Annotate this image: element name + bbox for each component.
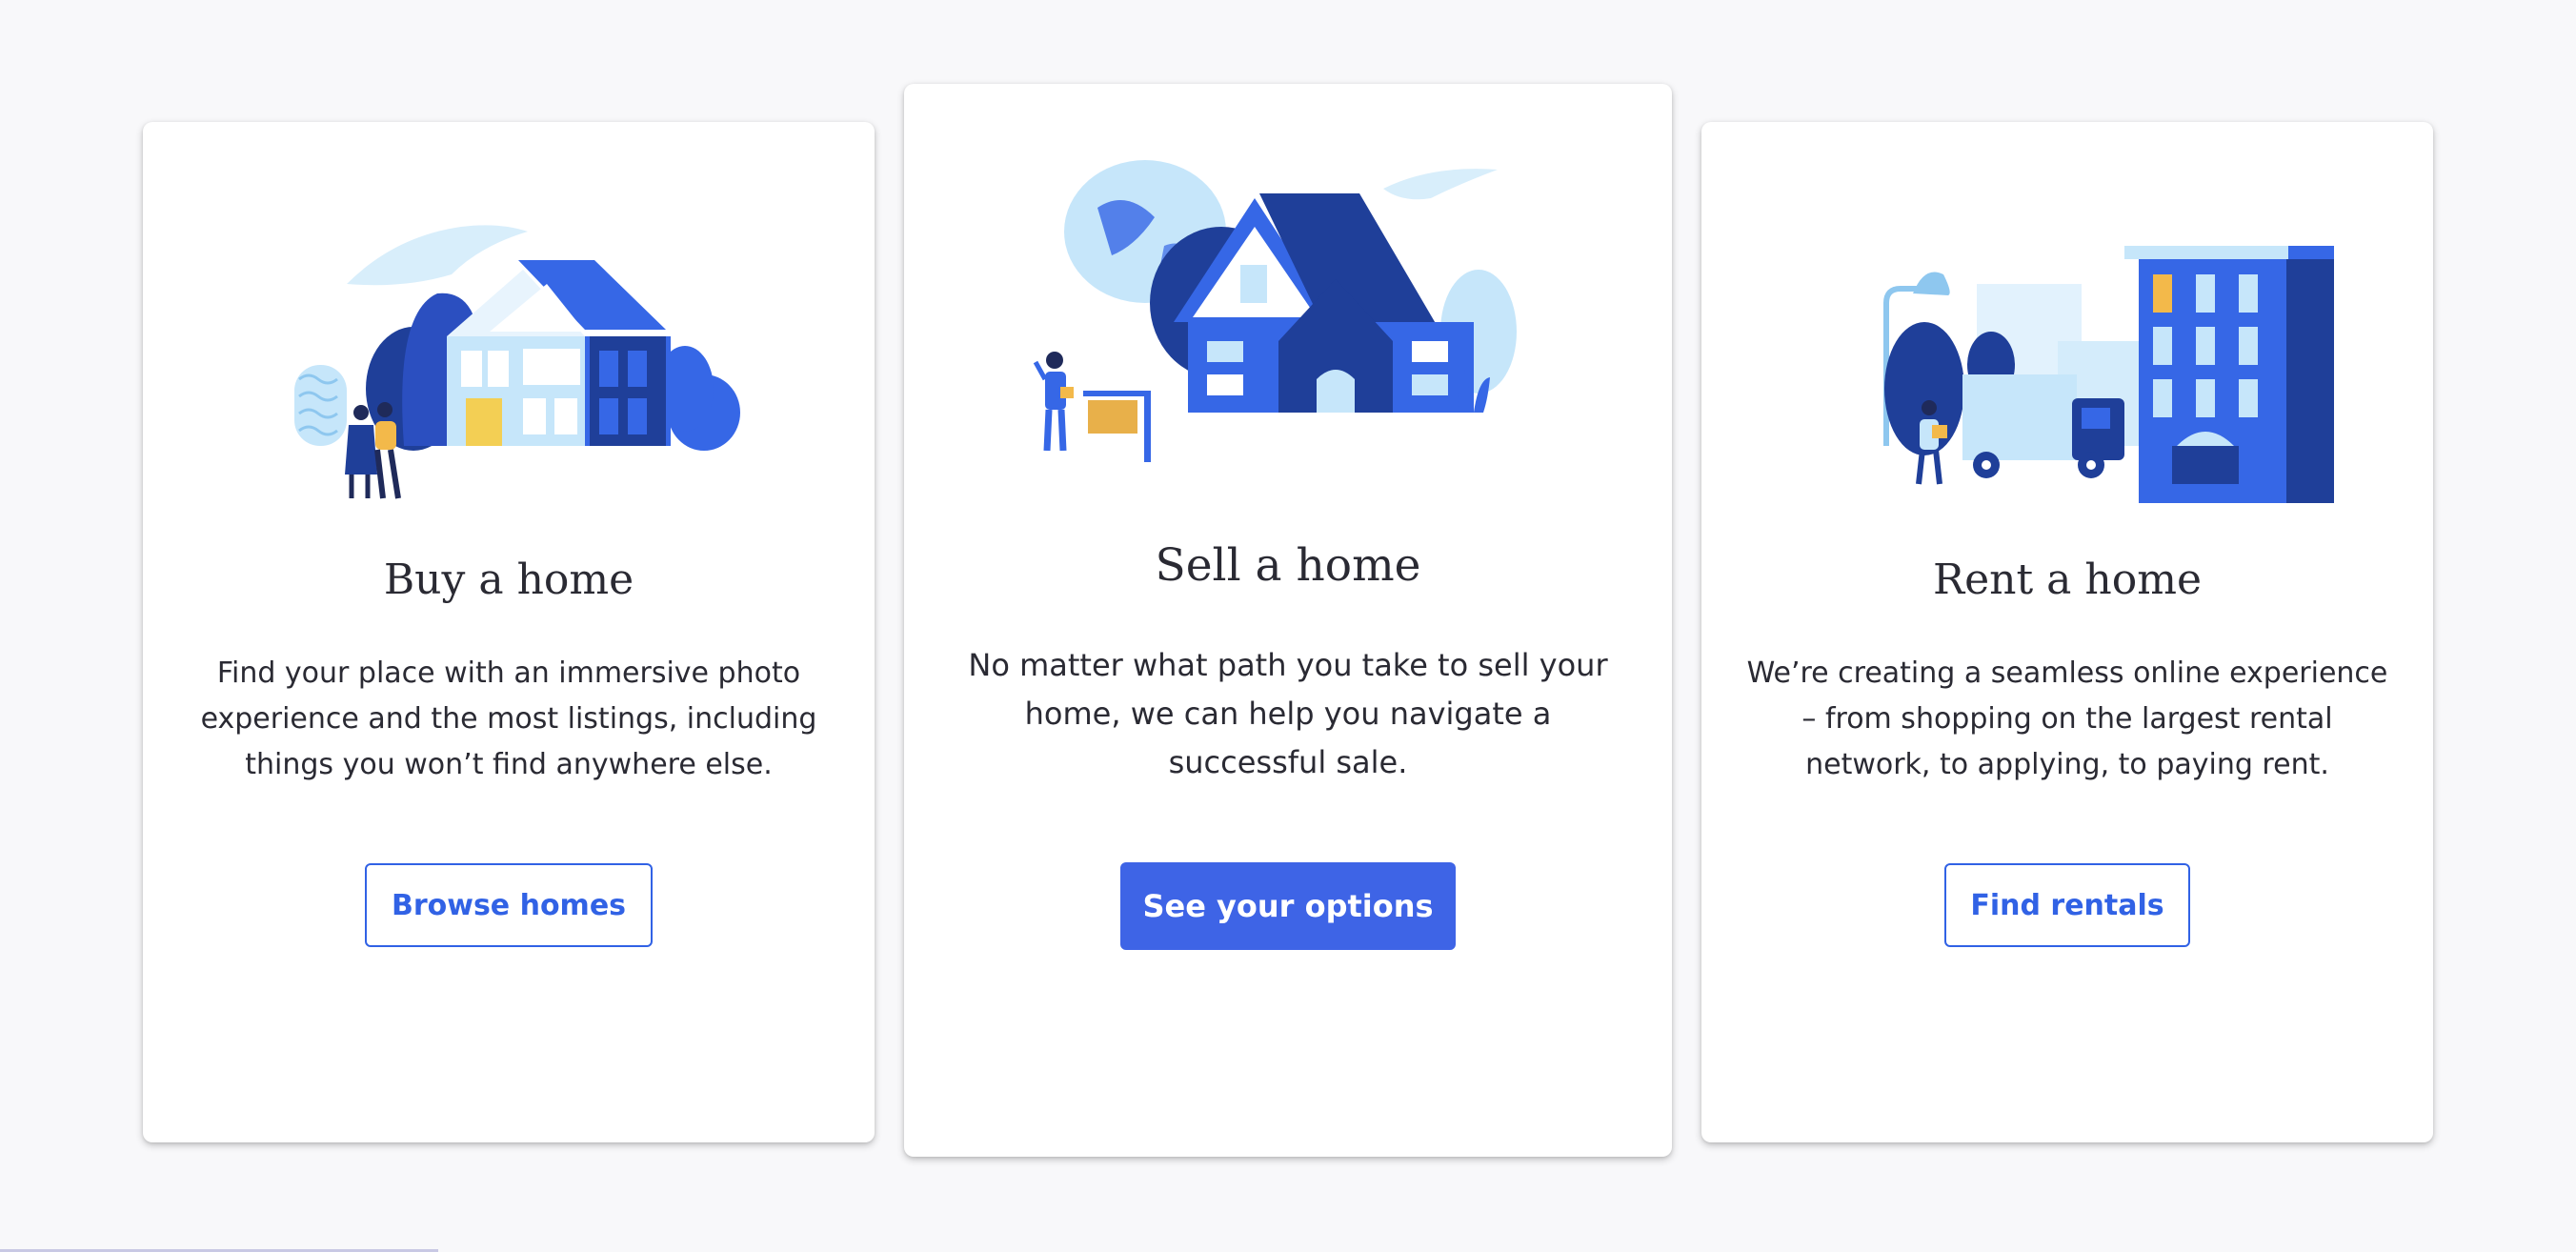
rent-card-description: We’re creating a seamless online experie… [1746,656,2388,781]
house-with-sign-icon [904,141,1672,579]
buy-home-card: Buy a home Find your place with an immer… [143,122,875,1142]
browse-homes-button[interactable]: Browse homes [365,863,653,947]
sell-card-title: Sell a home [1155,539,1421,592]
rent-home-card: Rent a home We’re creating a seamless on… [1701,122,2433,1142]
see-your-options-button[interactable]: See your options [1120,862,1456,950]
rent-card-title: Rent a home [1933,555,2202,604]
buy-card-description: Find your place with an immersive photo … [200,656,817,781]
find-rentals-button[interactable]: Find rentals [1944,863,2190,947]
buy-card-title: Buy a home [383,555,634,604]
sell-home-card: Sell a home No matter what path you take… [904,84,1672,1157]
sell-card-description: No matter what path you take to sell you… [968,647,1608,780]
